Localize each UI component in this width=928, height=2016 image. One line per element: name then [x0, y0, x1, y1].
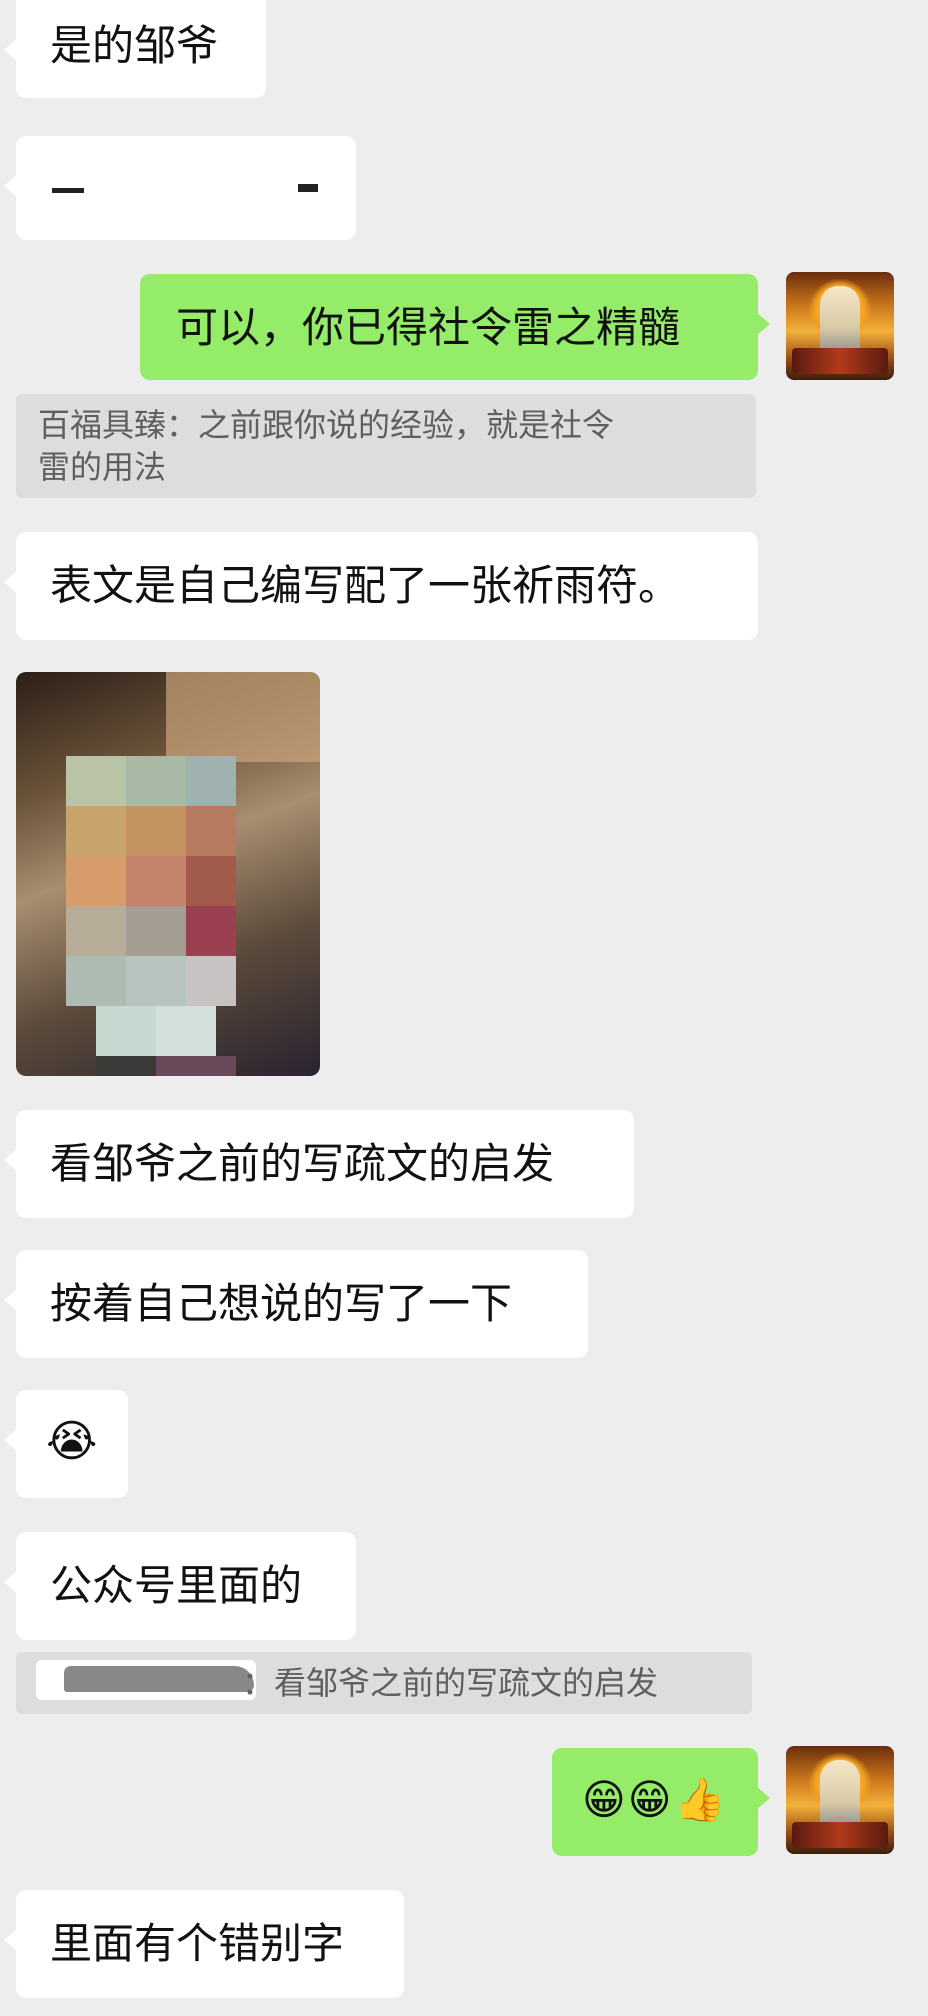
quoted-message[interactable]: ：看邹爷之前的写疏文的启发	[16, 1652, 752, 1714]
avatar-altar	[792, 348, 888, 374]
redacted-text-fragment	[298, 184, 318, 192]
pixelated-block	[186, 956, 236, 1006]
crying-laughing-emoji: 😭	[46, 1416, 98, 1467]
avatar[interactable]	[786, 272, 894, 380]
pixelated-block	[186, 906, 236, 956]
quote-text: ：看邹爷之前的写疏文的启发	[242, 1664, 659, 1702]
pixelated-block	[186, 756, 236, 806]
pixelated-block	[66, 756, 126, 806]
pixelated-block	[66, 906, 126, 956]
message-text: 看邹爷之前的写疏文的启发	[50, 1139, 555, 1188]
message-incoming-redacted[interactable]	[4, 136, 356, 240]
quote-line-2: 雷的用法	[38, 448, 167, 486]
quoted-message[interactable]: 百福具臻：之前跟你说的经验，就是社令 雷的用法	[16, 394, 756, 498]
message-incoming[interactable]: 按着自己想说的写了一下	[4, 1250, 588, 1358]
message-outgoing-emoji[interactable]: 😁😁👍	[552, 1748, 770, 1856]
pixelated-block	[156, 1056, 236, 1076]
message-incoming[interactable]: 公众号里面的	[4, 1532, 356, 1640]
avatar-altar	[792, 1822, 888, 1848]
pixelated-block	[126, 956, 186, 1006]
pixelated-block	[126, 806, 186, 856]
message-text: 里面有个错别字	[50, 1919, 345, 1968]
pixelated-block	[96, 1006, 156, 1056]
pixelated-block	[126, 906, 186, 956]
pixelated-block	[126, 856, 186, 906]
pixelated-block	[66, 806, 126, 856]
message-incoming[interactable]: 里面有个错别字	[4, 1890, 404, 1998]
message-incoming[interactable]: 是的邹爷	[4, 0, 266, 98]
pixelated-block	[186, 806, 236, 856]
pixelated-block	[96, 1056, 156, 1076]
avatar[interactable]	[786, 1746, 894, 1854]
message-text: 表文是自己编写配了一张祈雨符。	[50, 561, 681, 610]
grinning-thumbs-up-emojis: 😁😁👍	[582, 1775, 728, 1824]
message-text: 公众号里面的	[50, 1561, 303, 1610]
message-outgoing[interactable]: 可以，你已得社令雷之精髓	[140, 274, 770, 380]
pixelated-block	[126, 756, 186, 806]
pixelated-block	[156, 1006, 216, 1056]
message-incoming-emoji[interactable]: 😭	[4, 1390, 128, 1498]
pixelated-block	[66, 956, 126, 1006]
avatar-figure	[820, 1760, 860, 1830]
message-incoming[interactable]: 看邹爷之前的写疏文的启发	[4, 1110, 634, 1218]
redacted-text-fragment	[52, 188, 84, 193]
message-text: 可以，你已得社令雷之精髓	[176, 303, 681, 352]
quote-line-1: 百福具臻：之前跟你说的经验，就是社令	[38, 406, 615, 444]
avatar-figure	[820, 286, 860, 356]
message-incoming[interactable]: 表文是自己编写配了一张祈雨符。	[4, 532, 758, 640]
message-text: 按着自己想说的写了一下	[50, 1279, 513, 1328]
redacted-name-smudge	[64, 1666, 254, 1692]
photo-light-patch	[166, 672, 320, 762]
message-text: 是的邹爷	[50, 21, 219, 70]
pixelated-block	[66, 856, 126, 906]
photo-message[interactable]	[16, 672, 320, 1076]
pixelated-block	[186, 856, 236, 906]
